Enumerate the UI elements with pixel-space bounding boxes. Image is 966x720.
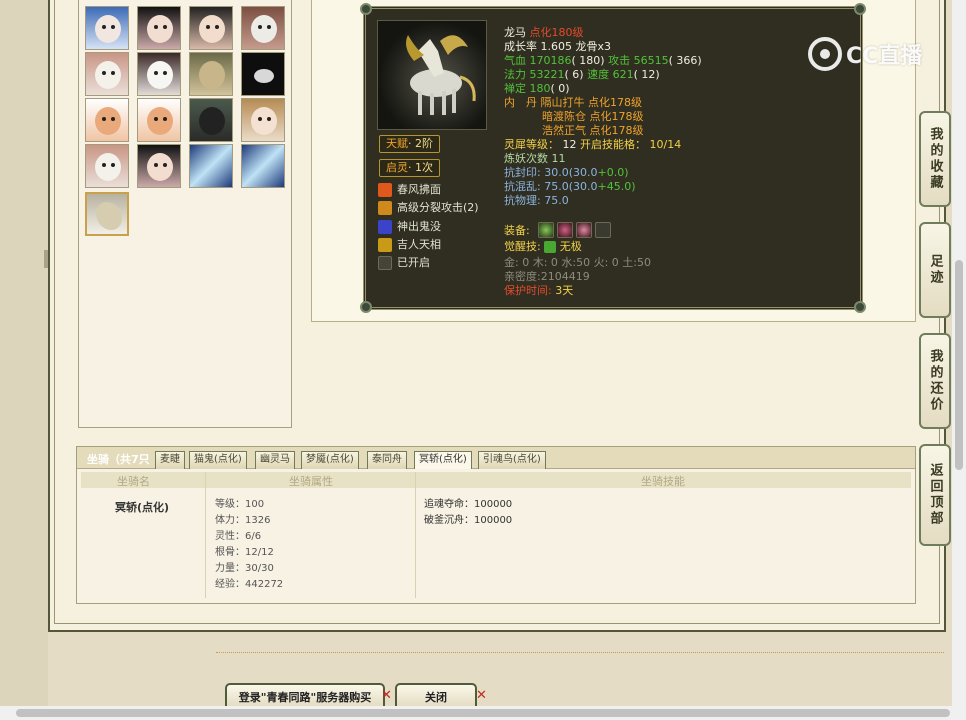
vertical-scrollbar[interactable]: [952, 0, 966, 706]
mount-tab[interactable]: 引魂鸟(点化): [478, 451, 546, 469]
side-nav-back-to-top[interactable]: 返回顶部: [919, 444, 951, 546]
mount-tab[interactable]: 泰同舟: [367, 451, 407, 469]
pet-thumbnail[interactable]: [189, 144, 233, 188]
equip-slot-icon[interactable]: [557, 222, 573, 238]
column-divider: [415, 472, 416, 598]
fire-skill-icon: [378, 183, 392, 197]
pet-thumbnail[interactable]: [189, 52, 233, 96]
pet-grid-panel: [78, 0, 292, 428]
left-margin: [0, 0, 48, 720]
scrollbar-thumb[interactable]: [16, 709, 950, 717]
pet-thumbnail[interactable]: [189, 6, 233, 50]
locked-slot-icon: [378, 256, 392, 270]
header-mount-attr: 坐骑属性: [289, 475, 333, 488]
refine-line: 炼妖次数 11: [504, 152, 566, 165]
pet-thumbnail[interactable]: [85, 98, 129, 142]
pet-name-line: 龙马 点化180级: [504, 26, 584, 39]
pet-thumbnail[interactable]: [137, 98, 181, 142]
elixir-line: 暗渡陈仓 点化178级: [542, 110, 644, 123]
equip-slot-icon[interactable]: [576, 222, 592, 238]
pet-skill[interactable]: 神出鬼没: [378, 219, 441, 235]
cc-live-watermark: CC直播: [808, 36, 938, 72]
pet-thumbnail-selected[interactable]: [85, 192, 129, 236]
spirit-line: 灵犀等级： 12 开启技能格： 10/14: [504, 138, 682, 151]
pet-thumbnail[interactable]: [85, 6, 129, 50]
pet-thumbnail[interactable]: [241, 52, 285, 96]
inspire-tag: 启灵· 1次: [379, 159, 440, 177]
horizontal-scrollbar[interactable]: [0, 706, 966, 720]
mount-count-title: 坐骑（共7只: [87, 453, 150, 466]
pet-skill[interactable]: 高级分裂攻击(2): [378, 200, 479, 216]
mount-tab[interactable]: 猫鬼(点化): [189, 451, 247, 469]
mount-tab-bar: 坐骑（共7只 麦睫 猫鬼(点化) 幽灵马 梦魇(点化) 泰同舟 冥轿(点化) 引…: [77, 447, 915, 469]
pet-thumbnail[interactable]: [85, 144, 129, 188]
mount-attr: 经验：442272: [215, 579, 284, 590]
pet-skill[interactable]: 吉人天相: [378, 237, 441, 253]
header-mount-name: 坐骑名: [117, 475, 150, 488]
pet-thumbnail[interactable]: [241, 144, 285, 188]
resist-seal-line: 抗封印: 30.0(30.0+0.0): [504, 166, 629, 179]
focus-line: 禅定 180( 0): [504, 82, 570, 95]
mount-tab-active[interactable]: 冥轿(点化): [414, 451, 472, 469]
resist-chaos-line: 抗混乱: 75.0(30.0+45.0): [504, 180, 636, 193]
mount-tab[interactable]: 幽灵马: [255, 451, 295, 469]
column-divider: [205, 472, 206, 598]
equip-slot-icon[interactable]: [595, 222, 611, 238]
elixir-line: 浩然正气 点化178级: [542, 124, 644, 137]
mount-skill: 追魂夺命：100000: [424, 499, 513, 510]
awaken-line: 觉醒技: 无极: [504, 240, 582, 253]
mount-attr: 等级：100: [215, 499, 265, 510]
pet-thumbnail[interactable]: [137, 52, 181, 96]
equip-slot-icon[interactable]: [538, 222, 554, 238]
split-attack-icon: [378, 201, 392, 215]
corner-ornament: [854, 3, 866, 15]
divider-line: [216, 652, 944, 653]
ghost-skill-icon: [378, 220, 392, 234]
close-x-icon: ✕: [476, 688, 487, 703]
elixir-line: 内 丹 隔山打牛 点化178级: [504, 96, 642, 109]
pet-skill[interactable]: 已开启: [378, 255, 430, 271]
mount-tab[interactable]: 梦魇(点化): [301, 451, 359, 469]
side-nav-favorites[interactable]: 我的收藏: [919, 111, 951, 207]
mount-tab[interactable]: 麦睫: [155, 451, 185, 469]
mp-spd-line: 法力 53221( 6) 速度 621( 12): [504, 68, 660, 81]
pet-thumbnail[interactable]: [189, 98, 233, 142]
pet-portrait: [377, 20, 487, 130]
awaken-skill-icon: [544, 241, 557, 253]
mount-attr: 力量：30/30: [215, 563, 274, 574]
scrollbar-thumb[interactable]: [955, 260, 963, 470]
mount-section: 坐骑（共7只 麦睫 猫鬼(点化) 幽灵马 梦魇(点化) 泰同舟 冥轿(点化) 引…: [76, 446, 916, 604]
mount-attr: 灵性：6/6: [215, 531, 262, 542]
corner-ornament: [854, 301, 866, 313]
hp-atk-line: 气血 170186( 180) 攻击 56515( 366): [504, 54, 702, 67]
mount-name: 冥轿(点化): [115, 501, 170, 514]
corner-ornament: [360, 301, 372, 313]
pet-thumbnail[interactable]: [241, 98, 285, 142]
pet-skill[interactable]: 春风拂面: [378, 182, 441, 198]
pet-thumbnail[interactable]: [137, 6, 181, 50]
mount-attr: 体力：1326: [215, 515, 271, 526]
protect-line: 保护时间: 3天: [504, 284, 574, 297]
resist-phys-line: 抗物理: 75.0: [504, 194, 569, 207]
cc-logo-icon: [808, 37, 842, 71]
elements-line: 金: 0 木: 0 水:50 火: 0 土:50: [504, 256, 651, 269]
mount-attr: 根骨：12/12: [215, 547, 274, 558]
equip-label: 装备:: [504, 224, 530, 237]
pet-thumbnail[interactable]: [85, 52, 129, 96]
side-nav-offers[interactable]: 我的还价: [919, 333, 951, 429]
header-mount-skill: 坐骑技能: [641, 475, 685, 488]
side-nav-history[interactable]: 足迹: [919, 222, 951, 318]
corner-ornament: [360, 3, 372, 15]
pet-thumbnail[interactable]: [137, 144, 181, 188]
pet-detail-panel: 天赋· 2阶 启灵· 1次 春风拂面 高级分裂攻击(2) 神出鬼没 吉人天相 已…: [360, 3, 866, 313]
close-x-icon: ✕: [381, 688, 392, 703]
mount-skill: 破釜沉舟：100000: [424, 515, 513, 526]
dragon-horse-image: [406, 35, 476, 115]
intimacy-line: 亲密度:2104419: [504, 270, 590, 283]
pet-thumbnail[interactable]: [241, 6, 285, 50]
growth-line: 成长率 1.605 龙骨x3: [504, 40, 611, 53]
fortune-skill-icon: [378, 238, 392, 252]
talent-tag: 天赋· 2阶: [379, 135, 440, 153]
